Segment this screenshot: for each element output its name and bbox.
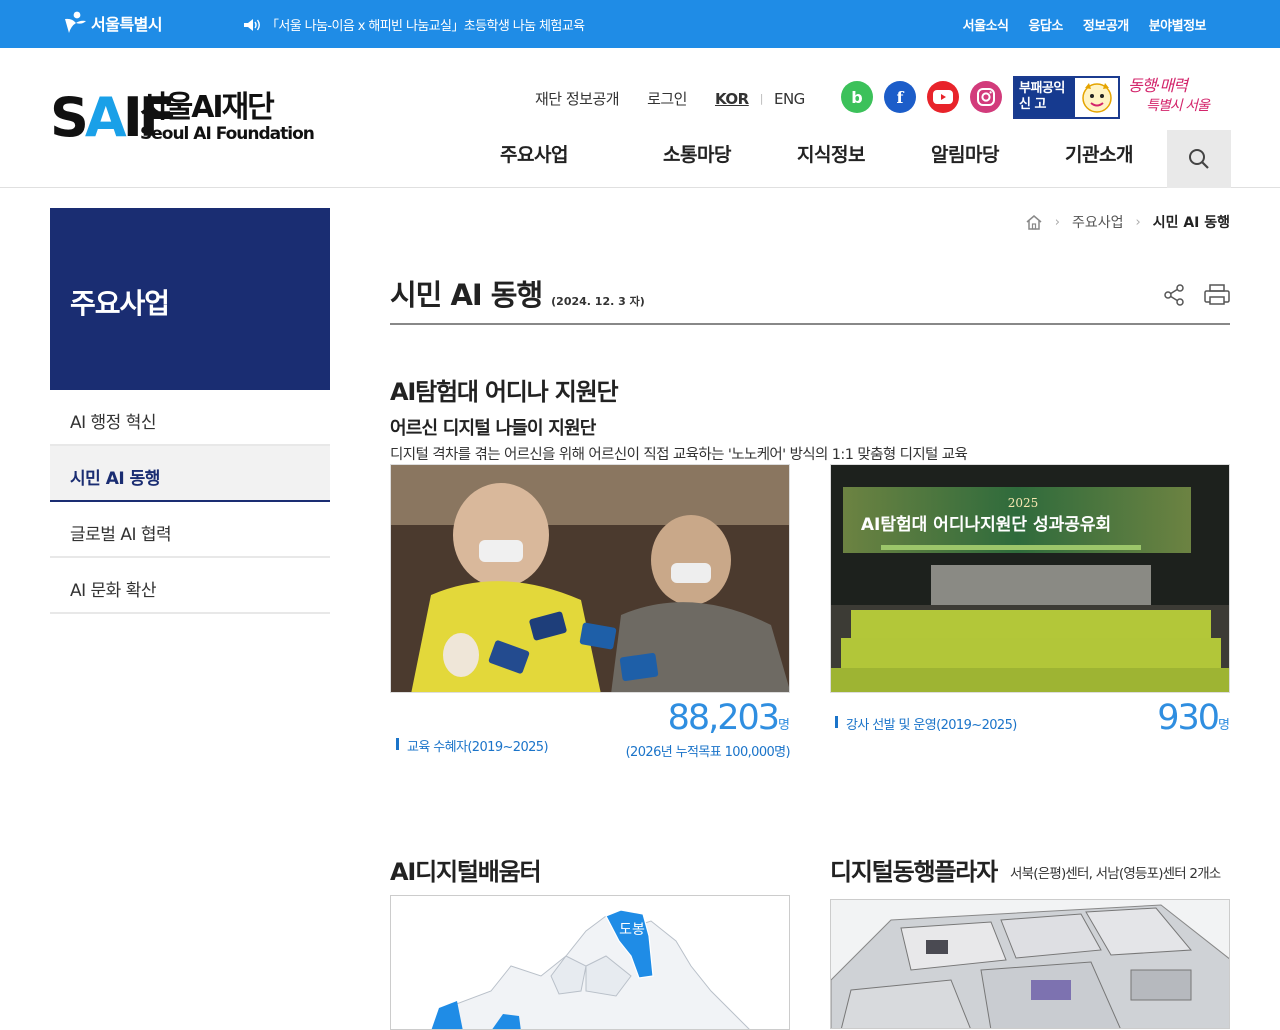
- lang-separator: |: [759, 92, 764, 105]
- page-title: 시민 AI 동행: [390, 278, 543, 312]
- breadcrumb-item-main[interactable]: 주요사업: [1072, 212, 1124, 232]
- facebook-link[interactable]: f: [884, 81, 916, 113]
- section-subtitle: 어르신 디지털 나들이 지원단: [390, 418, 596, 439]
- gnb-main-business[interactable]: 주요사업: [500, 140, 663, 167]
- stat-unit-beneficiaries: 명: [778, 718, 790, 733]
- stat-label-beneficiaries: 교육 수혜자(2019~2025): [396, 736, 549, 755]
- search-icon: [1189, 149, 1209, 169]
- lang-kor[interactable]: KOR: [715, 90, 749, 108]
- seoul-slogan: 동행·매력 특별시 서울: [1128, 76, 1228, 120]
- instagram-icon: [977, 88, 995, 106]
- instagram-link[interactable]: [970, 81, 1002, 113]
- haechi-mascot-icon: [1081, 82, 1112, 113]
- section-title-digital-plaza: 디지털동행플라자: [830, 858, 998, 886]
- login-link[interactable]: 로그인: [647, 88, 687, 109]
- logo-korean: 서울AI재단: [140, 90, 275, 125]
- seoul-logo-text: 서울특별시: [91, 15, 163, 34]
- sidebar-item-ai-admin[interactable]: AI 행정 혁신: [50, 390, 330, 446]
- breadcrumb: › 주요사업 › 시민 AI 동행: [1025, 212, 1230, 232]
- gnb-knowledge[interactable]: 지식정보: [797, 140, 931, 167]
- photo-performance-sharing-image: 2025 AI탐험대 어디나지원단 성과공유회: [831, 465, 1229, 692]
- section-title-digital-school: AI디지털배움터: [390, 858, 542, 886]
- youtube-link[interactable]: [927, 81, 959, 113]
- stat-value-instructors: 930명: [1157, 698, 1230, 738]
- facebook-icon: f: [896, 87, 904, 107]
- seoul-city-logo[interactable]: 서울특별시: [62, 10, 163, 36]
- page-date: (2024. 12. 3 자): [551, 295, 645, 308]
- digital-plaza-floorplan: [830, 899, 1230, 1029]
- top-bar: 서울특별시 「서울 나눔-이음 x 해피빈 나눔교실」초등학생 나눔 체험교육 …: [0, 0, 1280, 48]
- top-link-news[interactable]: 서울소식: [963, 15, 1009, 34]
- stat-target-note: (2026년 누적목표 100,000명): [625, 745, 791, 760]
- top-link-field-info[interactable]: 분야별정보: [1149, 15, 1207, 34]
- logo-mark: SAIF: [50, 86, 176, 149]
- sidebar-title: 주요사업: [50, 208, 330, 390]
- report-label: 부패공익 신 고: [1015, 78, 1075, 117]
- banner-title: AI탐험대 어디나지원단 성과공유회: [861, 514, 1111, 535]
- top-links: 서울소식 응답소 정보공개 분야별정보: [963, 15, 1207, 34]
- photo-senior-education-image: [391, 465, 789, 692]
- speaker-icon: [244, 18, 260, 31]
- sidebar-menu: AI 행정 혁신 시민 AI 동행 글로벌 AI 협력 AI 문화 확산: [50, 390, 330, 614]
- lang-eng[interactable]: ENG: [774, 90, 805, 108]
- blog-icon: b: [851, 87, 863, 107]
- top-notice[interactable]: 「서울 나눔-이음 x 해피빈 나눔교실」초등학생 나눔 체험교육: [243, 15, 585, 34]
- top-link-response[interactable]: 응답소: [1028, 15, 1063, 34]
- stat-label-instructors: 강사 선발 및 운영(2019~2025): [835, 714, 1017, 733]
- seoul-map-image: 도봉: [431, 909, 750, 1029]
- stat-number-instructors: 930: [1157, 698, 1220, 738]
- corruption-report-button[interactable]: 부패공익 신 고: [1013, 76, 1120, 119]
- gnb-notice[interactable]: 알림마당: [931, 140, 1065, 167]
- map-label-dobong: 도봉: [619, 922, 645, 938]
- slogan-line-2: 특별시 서울: [1146, 98, 1210, 114]
- logo-english: Seoul AI Foundation: [140, 124, 315, 144]
- gnb-about[interactable]: 기관소개: [1065, 140, 1133, 167]
- sidebar-item-ai-culture[interactable]: AI 문화 확산: [50, 558, 330, 614]
- main-navigation: 주요사업 소통마당 지식정보 알림마당 기관소개: [500, 140, 1133, 167]
- sidebar-item-global-ai[interactable]: 글로벌 AI 협력: [50, 502, 330, 558]
- blog-link[interactable]: b: [841, 81, 873, 113]
- site-header: SAIF 서울AI재단 Seoul AI Foundation 재단 정보공개 …: [0, 48, 1280, 188]
- page-title-area: 시민 AI 동행 (2024. 12. 3 자): [390, 272, 645, 314]
- utility-links: 재단 정보공개 로그인 KOR | ENG: [535, 88, 825, 109]
- print-icon[interactable]: [1203, 284, 1231, 306]
- photo-senior-education: [390, 464, 790, 693]
- disclosure-link[interactable]: 재단 정보공개: [535, 88, 620, 109]
- stat-number-beneficiaries: 88,203: [667, 698, 780, 738]
- chevron-right-icon: ›: [1054, 214, 1060, 230]
- gnb-communication[interactable]: 소통마당: [663, 140, 797, 167]
- seoul-logo-icon: [65, 11, 86, 33]
- section-description: 디지털 격차를 겪는 어르신을 위해 어르신이 직접 교육하는 '노노케어' 방…: [390, 447, 968, 463]
- stat-value-beneficiaries: 88,203명: [668, 698, 790, 738]
- home-icon[interactable]: [1025, 214, 1043, 230]
- top-notice-text: 「서울 나눔-이음 x 해피빈 나눔교실」초등학생 나눔 체험교육: [266, 19, 585, 34]
- section-title-ai-explorers: AI탐험대 어디나 지원단: [390, 378, 619, 406]
- digital-plaza-note: 서북(은평)센터, 서남(영등포)센터 2개소: [1010, 866, 1221, 882]
- youtube-icon: [933, 90, 953, 104]
- sidebar-item-citizen-ai[interactable]: 시민 AI 동행: [50, 446, 330, 502]
- search-button[interactable]: [1167, 130, 1231, 188]
- seoul-district-map: 도봉: [390, 895, 790, 1030]
- site-logo[interactable]: SAIF 서울AI재단 Seoul AI Foundation: [50, 86, 315, 149]
- banner-year: 2025: [1008, 496, 1039, 510]
- floorplan-image: [831, 900, 1229, 1028]
- top-link-disclosure[interactable]: 정보공개: [1083, 15, 1129, 34]
- stat-unit-instructors: 명: [1218, 718, 1230, 733]
- share-icon[interactable]: [1162, 283, 1186, 307]
- photo-performance-sharing: 2025 AI탐험대 어디나지원단 성과공유회: [830, 464, 1230, 693]
- slogan-line-1: 동행·매력: [1128, 76, 1188, 95]
- title-divider: [390, 323, 1230, 325]
- breadcrumb-current: 시민 AI 동행: [1152, 215, 1230, 231]
- chevron-right-icon: ›: [1135, 214, 1141, 230]
